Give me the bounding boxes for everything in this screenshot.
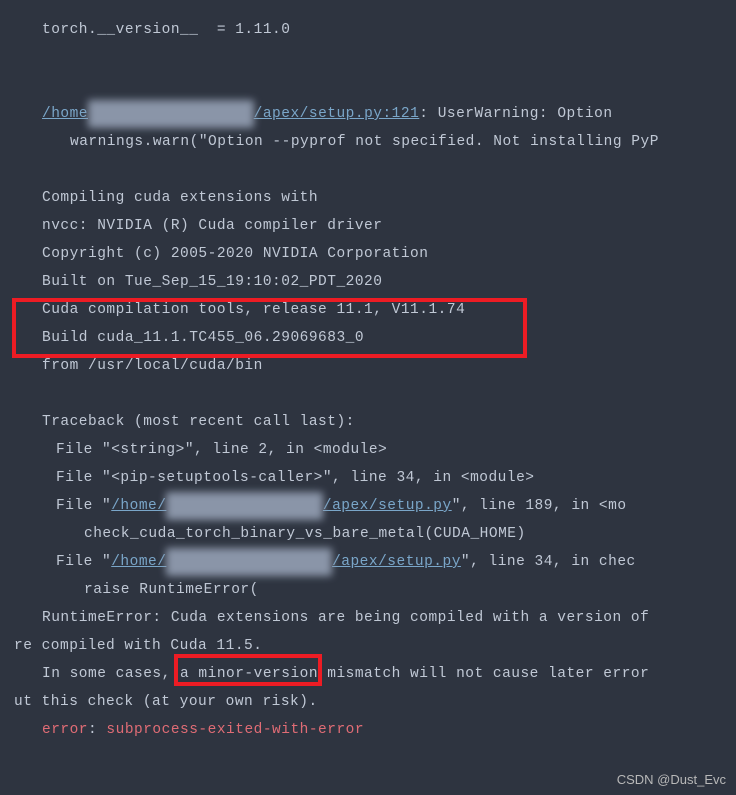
note-line: In some cases, a minor-version mismatch … (14, 660, 736, 688)
warnings-line: warnings.warn("Option --pyprof not speci… (14, 128, 736, 156)
traceback-frame: File "<string>", line 2, in <module> (14, 436, 736, 464)
runtime-error-cont: re compiled with Cuda 11.5. (14, 632, 736, 660)
watermark: CSDN @Dust_Evc (617, 772, 726, 787)
cuda-tools-line: Cuda compilation tools, release 11.1, V1… (14, 296, 736, 324)
compiling-line: Compiling cuda extensions with (14, 184, 736, 212)
file-path-link[interactable]: /home/xxxxxxxxxxxxxxxxxx/apex/setup.py (111, 554, 461, 570)
from-path-line: from /usr/local/cuda/bin (14, 352, 736, 380)
traceback-frame: File "/home/xxxxxxxxxxxxxxxxxx/apex/setu… (14, 548, 736, 576)
copyright-line: Copyright (c) 2005-2020 NVIDIA Corporati… (14, 240, 736, 268)
redacted-path: xxxxxxxxxxxxxxxxxx (166, 548, 332, 576)
traceback-code-line: check_cuda_torch_binary_vs_bare_metal(CU… (14, 520, 736, 548)
torch-version-line: torch.__version__ = 1.11.0 (14, 16, 736, 44)
error-message: subprocess-exited-with-error (106, 722, 364, 738)
built-on-line: Built on Tue_Sep_15_19:10:02_PDT_2020 (14, 268, 736, 296)
error-label: error (42, 722, 88, 738)
cuda-build-line: Build cuda_11.1.TC455_06.29069683_0 (14, 324, 736, 352)
redacted-path: xxxxxxxxxxxxxxxxx (166, 492, 322, 520)
blank-line (14, 44, 736, 72)
file-path-link[interactable]: /home/xxxxxxxxxxxxxxxxx/apex/setup.py (111, 498, 451, 514)
blank-line (14, 380, 736, 408)
blank-line (14, 156, 736, 184)
file-path-link[interactable]: /homexxxxxxxxxxxxxxxxxx/apex/setup.py:12… (42, 106, 419, 122)
redacted-path: xxxxxxxxxxxxxxxxxx (88, 100, 254, 128)
traceback-header: Traceback (most recent call last): (14, 408, 736, 436)
nvcc-line: nvcc: NVIDIA (R) Cuda compiler driver (14, 212, 736, 240)
note-line-cont: ut this check (at your own risk). (14, 688, 736, 716)
runtime-error-line: RuntimeError: Cuda extensions are being … (14, 604, 736, 632)
traceback-code-line: raise RuntimeError( (14, 576, 736, 604)
setup-path-warning-line: /homexxxxxxxxxxxxxxxxxx/apex/setup.py:12… (14, 100, 736, 128)
error-line: error: subprocess-exited-with-error (14, 716, 736, 744)
blank-line (14, 72, 736, 100)
traceback-frame: File "<pip-setuptools-caller>", line 34,… (14, 464, 736, 492)
traceback-frame: File "/home/xxxxxxxxxxxxxxxxx/apex/setup… (14, 492, 736, 520)
